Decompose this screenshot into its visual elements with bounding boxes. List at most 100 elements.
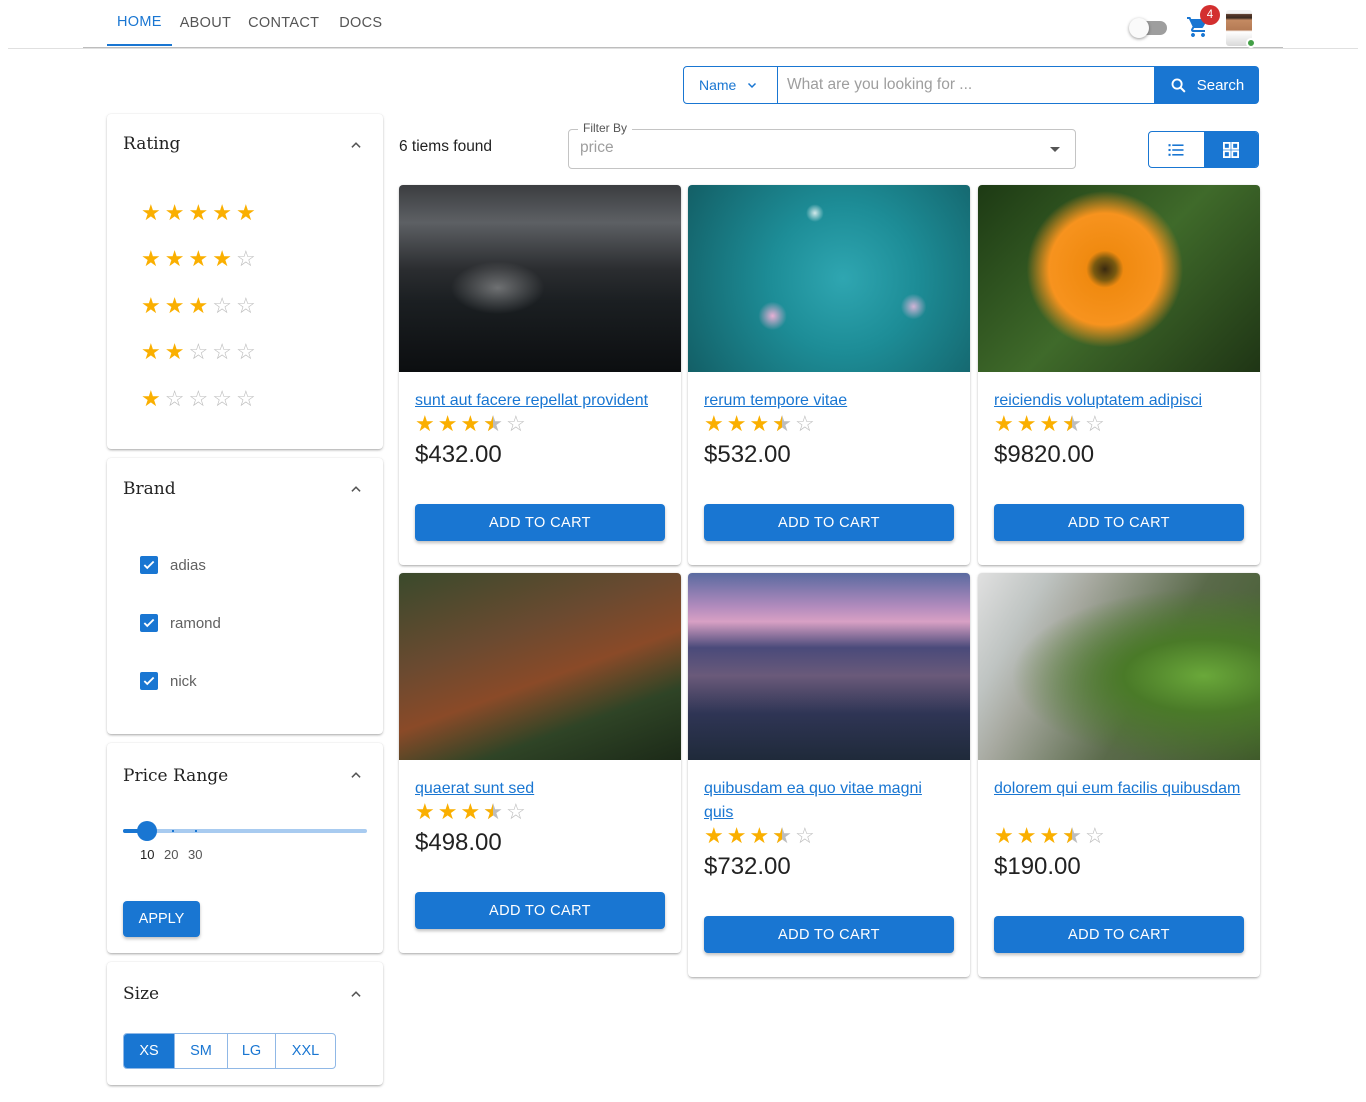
size-option-sm[interactable]: SM <box>174 1034 227 1068</box>
check-icon <box>140 672 158 690</box>
add-to-cart-button[interactable]: ADD TO CART <box>704 504 954 541</box>
grid-view-button[interactable] <box>1203 132 1258 167</box>
product-price: $432.00 <box>415 441 502 468</box>
slider-mark <box>195 830 197 832</box>
brand-checkbox-ramond[interactable]: ramond <box>140 614 221 632</box>
view-mode-toggle <box>1148 131 1259 168</box>
search-icon <box>1171 78 1186 93</box>
main-nav: HOME ABOUT CONTACT DOCS <box>107 0 393 46</box>
add-to-cart-button[interactable]: ADD TO CART <box>704 916 954 953</box>
apply-price-button[interactable]: APPLY <box>123 901 200 937</box>
brand-panel-title: Brand <box>123 479 176 499</box>
toggle-thumb <box>1129 18 1149 38</box>
add-to-cart-button[interactable]: ADD TO CART <box>994 916 1244 953</box>
search-bar: Name Search <box>683 66 1259 104</box>
product-title-link[interactable]: reiciendis voluptatem adipisci <box>994 389 1244 413</box>
price-slider[interactable] <box>123 821 367 841</box>
filter-by-value: price <box>580 139 614 156</box>
search-field-select[interactable]: Name <box>683 66 778 104</box>
product-price: $9820.00 <box>994 441 1095 468</box>
rating-filter-panel: Rating ★ ★ ★ ★ ★ ★ ★ ★ ★ ☆ ★ ★ ★ ☆ ☆ ★ ★ ☆ ☆ ☆ ★ ☆ ☆ ☆ ☆ <box>107 114 383 449</box>
product-title-link[interactable]: quibusdam ea quo vitae magni quis <box>704 777 954 825</box>
add-to-cart-button[interactable]: ADD TO CART <box>415 504 665 541</box>
product-card: quaerat sunt sed ★★★★☆ $498.00 ADD TO CA… <box>399 573 681 953</box>
cart-count-badge: 4 <box>1200 5 1220 25</box>
nav-docs-tab[interactable]: DOCS <box>328 0 393 46</box>
rating-option-5[interactable]: ★ ★ ★ ★ ★ <box>141 202 256 224</box>
brand-checkbox-nick[interactable]: nick <box>140 672 197 690</box>
product-card: sunt aut facere repellat provident ★★★★☆… <box>399 185 681 565</box>
chevron-up-icon[interactable] <box>349 138 363 152</box>
product-rating: ★★★★☆ <box>994 825 1105 848</box>
grid-icon <box>1222 141 1239 158</box>
size-panel-title: Size <box>123 984 160 1004</box>
online-status-dot <box>1246 38 1256 48</box>
rating-option-4[interactable]: ★ ★ ★ ★ ☆ <box>141 248 256 270</box>
product-price: $732.00 <box>704 853 791 880</box>
brand-filter-panel: Brand adias ramond nick <box>107 458 383 734</box>
rating-panel-title: Rating <box>123 134 181 154</box>
chevron-up-icon[interactable] <box>349 482 363 496</box>
dropdown-arrow-icon <box>1050 147 1060 152</box>
search-input[interactable] <box>787 76 1154 94</box>
cart-button[interactable]: 4 <box>1186 5 1220 41</box>
rating-option-1[interactable]: ★ ☆ ☆ ☆ ☆ <box>141 388 256 410</box>
rating-option-3[interactable]: ★ ★ ★ ☆ ☆ <box>141 295 256 317</box>
product-card: rerum tempore vitae ★★★★☆ $532.00 ADD TO… <box>688 185 970 565</box>
filter-by-label: Filter By <box>578 121 633 135</box>
search-button-label: Search <box>1196 76 1245 94</box>
user-avatar[interactable] <box>1226 10 1256 48</box>
price-range-title: Price Range <box>123 766 229 786</box>
product-price: $498.00 <box>415 829 502 856</box>
product-image[interactable] <box>978 185 1260 372</box>
brand-checkbox-adias[interactable]: adias <box>140 556 206 574</box>
top-app-bar: HOME ABOUT CONTACT DOCS 4 <box>0 0 1366 50</box>
chevron-up-icon[interactable] <box>349 987 363 1001</box>
theme-toggle-switch[interactable] <box>1129 18 1167 38</box>
chevron-up-icon[interactable] <box>349 768 363 782</box>
product-price: $532.00 <box>704 441 791 468</box>
product-title-link[interactable]: sunt aut facere repellat provident <box>415 389 665 413</box>
slider-mark-label: 20 <box>164 847 179 862</box>
product-rating: ★★★★☆ <box>415 801 526 824</box>
product-image[interactable] <box>688 573 970 760</box>
nav-contact-tab[interactable]: CONTACT <box>239 0 328 46</box>
size-toggle-group: XS SM LG XXL <box>123 1033 336 1069</box>
product-title-link[interactable]: quaerat sunt sed <box>415 777 665 801</box>
size-filter-panel: Size XS SM LG XXL <box>107 962 383 1085</box>
product-rating: ★★★★☆ <box>704 825 815 848</box>
product-image[interactable] <box>399 573 681 760</box>
product-image[interactable] <box>978 573 1260 760</box>
product-title-link[interactable]: rerum tempore vitae <box>704 389 954 413</box>
product-image[interactable] <box>688 185 970 372</box>
add-to-cart-button[interactable]: ADD TO CART <box>994 504 1244 541</box>
product-price: $190.00 <box>994 853 1081 880</box>
list-view-button[interactable] <box>1149 132 1204 167</box>
product-image[interactable] <box>399 185 681 372</box>
rating-option-2[interactable]: ★ ★ ☆ ☆ ☆ <box>141 341 256 363</box>
header-divider <box>8 48 1358 49</box>
size-option-xs[interactable]: XS <box>124 1034 174 1068</box>
brand-label: ramond <box>170 614 221 632</box>
brand-label: adias <box>170 556 206 574</box>
price-range-panel: Price Range 10 20 30 APPLY <box>107 743 383 953</box>
slider-thumb[interactable] <box>137 821 157 841</box>
slider-mark-label: 30 <box>188 847 203 862</box>
nav-home-tab[interactable]: HOME <box>107 0 172 46</box>
chevron-down-icon <box>748 82 757 89</box>
check-icon <box>140 556 158 574</box>
product-rating: ★★★★☆ <box>704 413 815 436</box>
slider-mark <box>172 830 174 832</box>
slider-mark-label: 10 <box>140 847 155 862</box>
product-title-link[interactable]: dolorem qui eum facilis quibusdam <box>994 777 1244 801</box>
filter-by-select[interactable]: Filter By price <box>568 121 1076 169</box>
check-icon <box>140 614 158 632</box>
search-input-wrapper <box>778 66 1155 104</box>
size-option-xxl[interactable]: XXL <box>275 1034 335 1068</box>
size-option-lg[interactable]: LG <box>227 1034 275 1068</box>
add-to-cart-button[interactable]: ADD TO CART <box>415 892 665 929</box>
nav-about-tab[interactable]: ABOUT <box>172 0 239 46</box>
brand-label: nick <box>170 672 197 690</box>
search-button[interactable]: Search <box>1155 66 1259 104</box>
product-card: dolorem qui eum facilis quibusdam ★★★★☆ … <box>978 573 1260 977</box>
